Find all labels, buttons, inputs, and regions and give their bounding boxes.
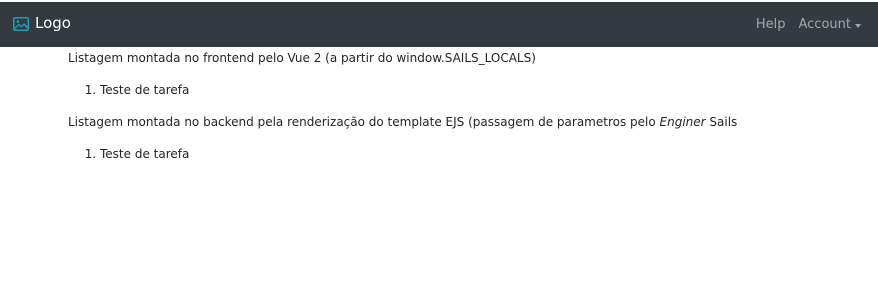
backend-heading-prefix: Listagem montada no backend pela renderi… bbox=[68, 115, 660, 129]
account-label: Account bbox=[798, 17, 852, 32]
help-link[interactable]: Help bbox=[756, 15, 786, 35]
list-item: Teste de tarefa bbox=[100, 146, 189, 162]
caret-down-icon bbox=[855, 23, 861, 28]
account-dropdown[interactable]: Account bbox=[798, 15, 861, 35]
list-item: Teste de tarefa bbox=[100, 82, 189, 98]
frontend-task-list: Teste de tarefa bbox=[68, 82, 189, 98]
navbar-right-menu: Help Account bbox=[756, 15, 861, 35]
backend-heading-suffix: Sails bbox=[705, 115, 738, 129]
frontend-list-heading: Listagem montada no frontend pelo Vue 2 … bbox=[68, 51, 536, 65]
backend-list-heading: Listagem montada no backend pela renderi… bbox=[68, 114, 737, 130]
brand-label: Logo bbox=[35, 14, 71, 32]
brand-link[interactable]: Logo bbox=[13, 13, 71, 33]
backend-task-list: Teste de tarefa bbox=[68, 146, 189, 162]
image-icon bbox=[13, 16, 29, 31]
top-navbar: Logo Help Account bbox=[0, 2, 878, 47]
backend-heading-emphasis: Enginer bbox=[659, 115, 706, 129]
